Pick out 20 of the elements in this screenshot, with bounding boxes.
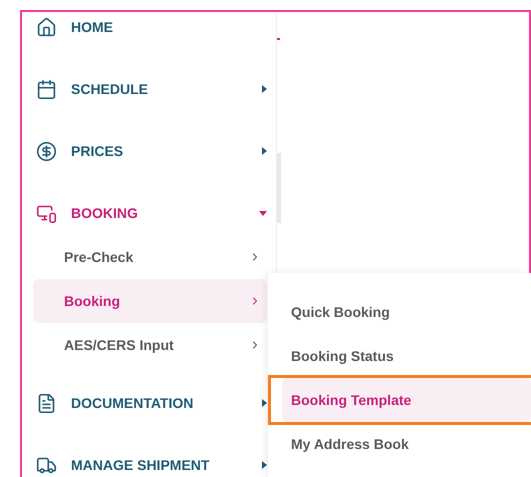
dollar-icon <box>36 140 57 162</box>
calendar-icon <box>36 78 57 100</box>
flyout-item[interactable]: Quick Booking <box>282 290 531 334</box>
truck-icon <box>36 454 57 476</box>
flyout-item[interactable]: My Address Book <box>282 422 531 466</box>
menu-item[interactable]: DOCUMENTATION <box>33 381 267 425</box>
flyout-item[interactable]: Booking Template <box>282 378 531 422</box>
home-icon <box>36 16 57 38</box>
submenu-item[interactable]: Pre-Check <box>33 235 267 279</box>
flyout-item[interactable]: Booking Status <box>282 334 531 378</box>
accent-mark <box>277 38 280 40</box>
menu-item[interactable]: BOOKING <box>33 191 267 235</box>
menu-item[interactable]: PRICES <box>33 129 267 173</box>
menu-item[interactable]: MANAGE SHIPMENT <box>33 443 267 477</box>
submenu-item[interactable]: Booking <box>33 279 267 323</box>
monitor-icon <box>36 202 57 224</box>
menu-item[interactable]: HOME <box>33 12 267 49</box>
menu-item[interactable]: SCHEDULE <box>33 67 267 111</box>
submenu-item[interactable]: AES/CERS Input <box>33 323 267 367</box>
document-icon <box>36 392 57 414</box>
